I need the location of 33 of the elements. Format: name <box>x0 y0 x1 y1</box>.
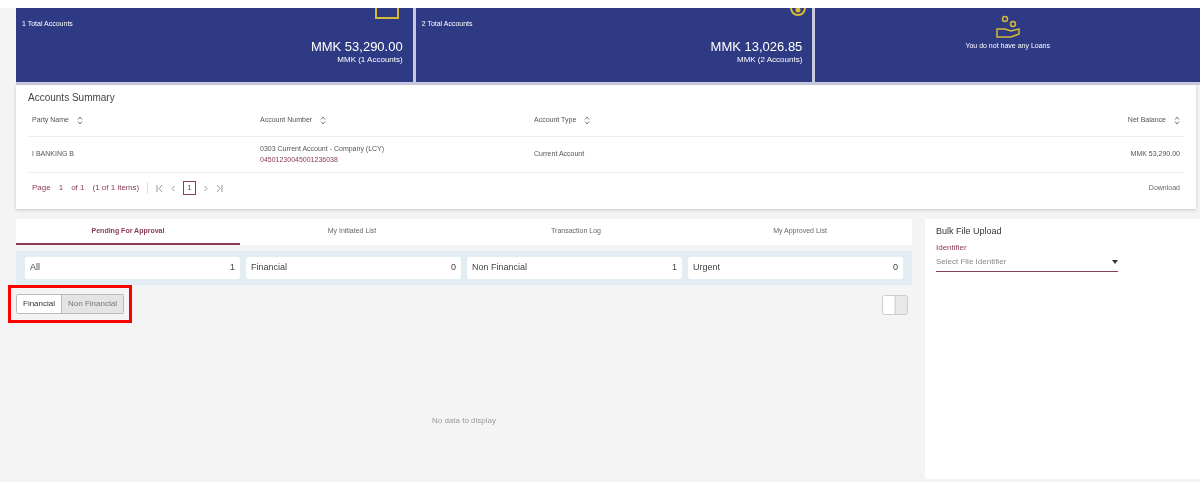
hand-coins-icon <box>994 15 1021 39</box>
item-count: (1 of 1 items) <box>92 182 149 194</box>
last-page-icon[interactable] <box>215 184 223 192</box>
card-amount: MMK 13,026.85 <box>710 39 803 54</box>
column-layout-icon[interactable] <box>882 295 908 315</box>
sort-icon[interactable] <box>584 116 591 125</box>
pager-label: Page <box>32 182 51 194</box>
filter-chip[interactable]: Non Financial 1 <box>467 257 682 279</box>
filter-chip[interactable]: All 1 <box>25 257 240 279</box>
coin-icon <box>790 8 807 18</box>
page-number: 1 <box>58 182 64 194</box>
sort-icon[interactable] <box>1174 116 1180 125</box>
filter-chip[interactable]: Financial 0 <box>246 257 461 279</box>
page-total: of 1 <box>71 182 85 194</box>
card-amount: MMK 53,290.00 <box>310 39 403 54</box>
filter-chip[interactable]: Urgent 0 <box>688 257 903 279</box>
toggle-option[interactable]: Financial <box>17 295 61 313</box>
panel-title: Bulk File Upload <box>936 225 1003 238</box>
card-subtitle: MMK (1 Accounts) <box>337 54 403 66</box>
summary-title: Accounts Summary <box>28 91 116 105</box>
current-page-button[interactable]: 1 <box>183 181 196 195</box>
toggle-option[interactable]: Non Financial <box>61 295 123 313</box>
empty-message: No data to display <box>430 415 497 427</box>
card-subtitle: MMK (2 Accounts) <box>737 54 803 66</box>
wallet-icon <box>374 8 399 20</box>
previous-icon[interactable] <box>171 184 176 192</box>
first-page-icon[interactable] <box>156 184 164 192</box>
identifier-select[interactable]: Select File Identifier <box>936 253 1118 272</box>
sort-icon[interactable] <box>320 116 327 125</box>
next-icon[interactable] <box>203 184 208 192</box>
sort-icon[interactable] <box>76 116 83 125</box>
field-label: Identifier <box>936 241 968 254</box>
caret-icon <box>1112 260 1118 264</box>
